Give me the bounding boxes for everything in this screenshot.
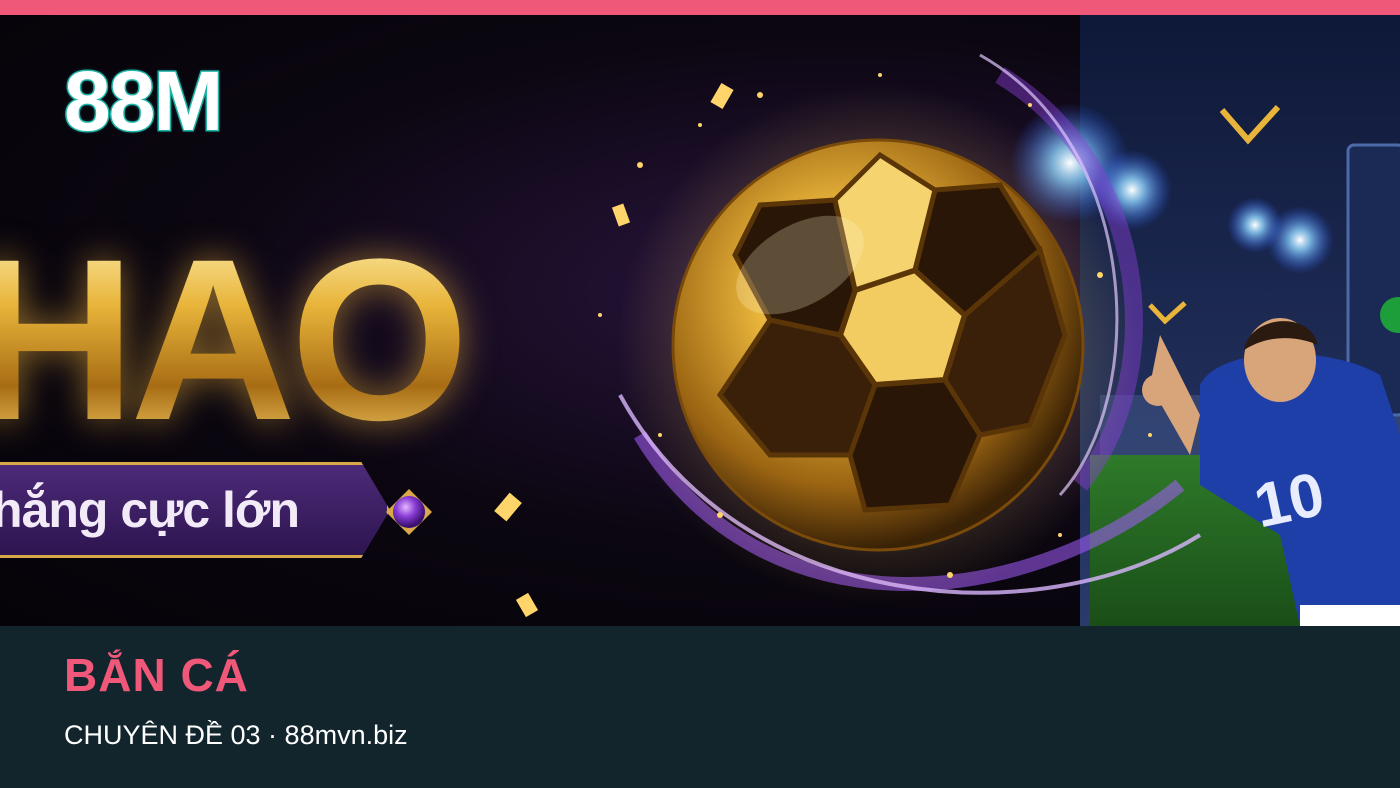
hero-banner: HAO hắng cực lớn 10 88M bbox=[0, 15, 1400, 626]
soccer-ball-icon bbox=[671, 138, 1085, 552]
hero-headline: HAO bbox=[0, 225, 469, 455]
gem-icon bbox=[386, 489, 432, 535]
top-accent-bar bbox=[0, 0, 1400, 15]
jersey-number: 10 bbox=[1248, 459, 1331, 542]
brand-logo[interactable]: 88M bbox=[62, 58, 224, 145]
hero-tagline: hắng cực lớn bbox=[0, 482, 300, 538]
page-subtitle: CHUYÊN ĐỀ 03 · 88mvn.biz bbox=[64, 720, 408, 750]
page-title: BẮN CÁ bbox=[64, 649, 249, 701]
stadium-light-icon bbox=[1227, 197, 1283, 253]
